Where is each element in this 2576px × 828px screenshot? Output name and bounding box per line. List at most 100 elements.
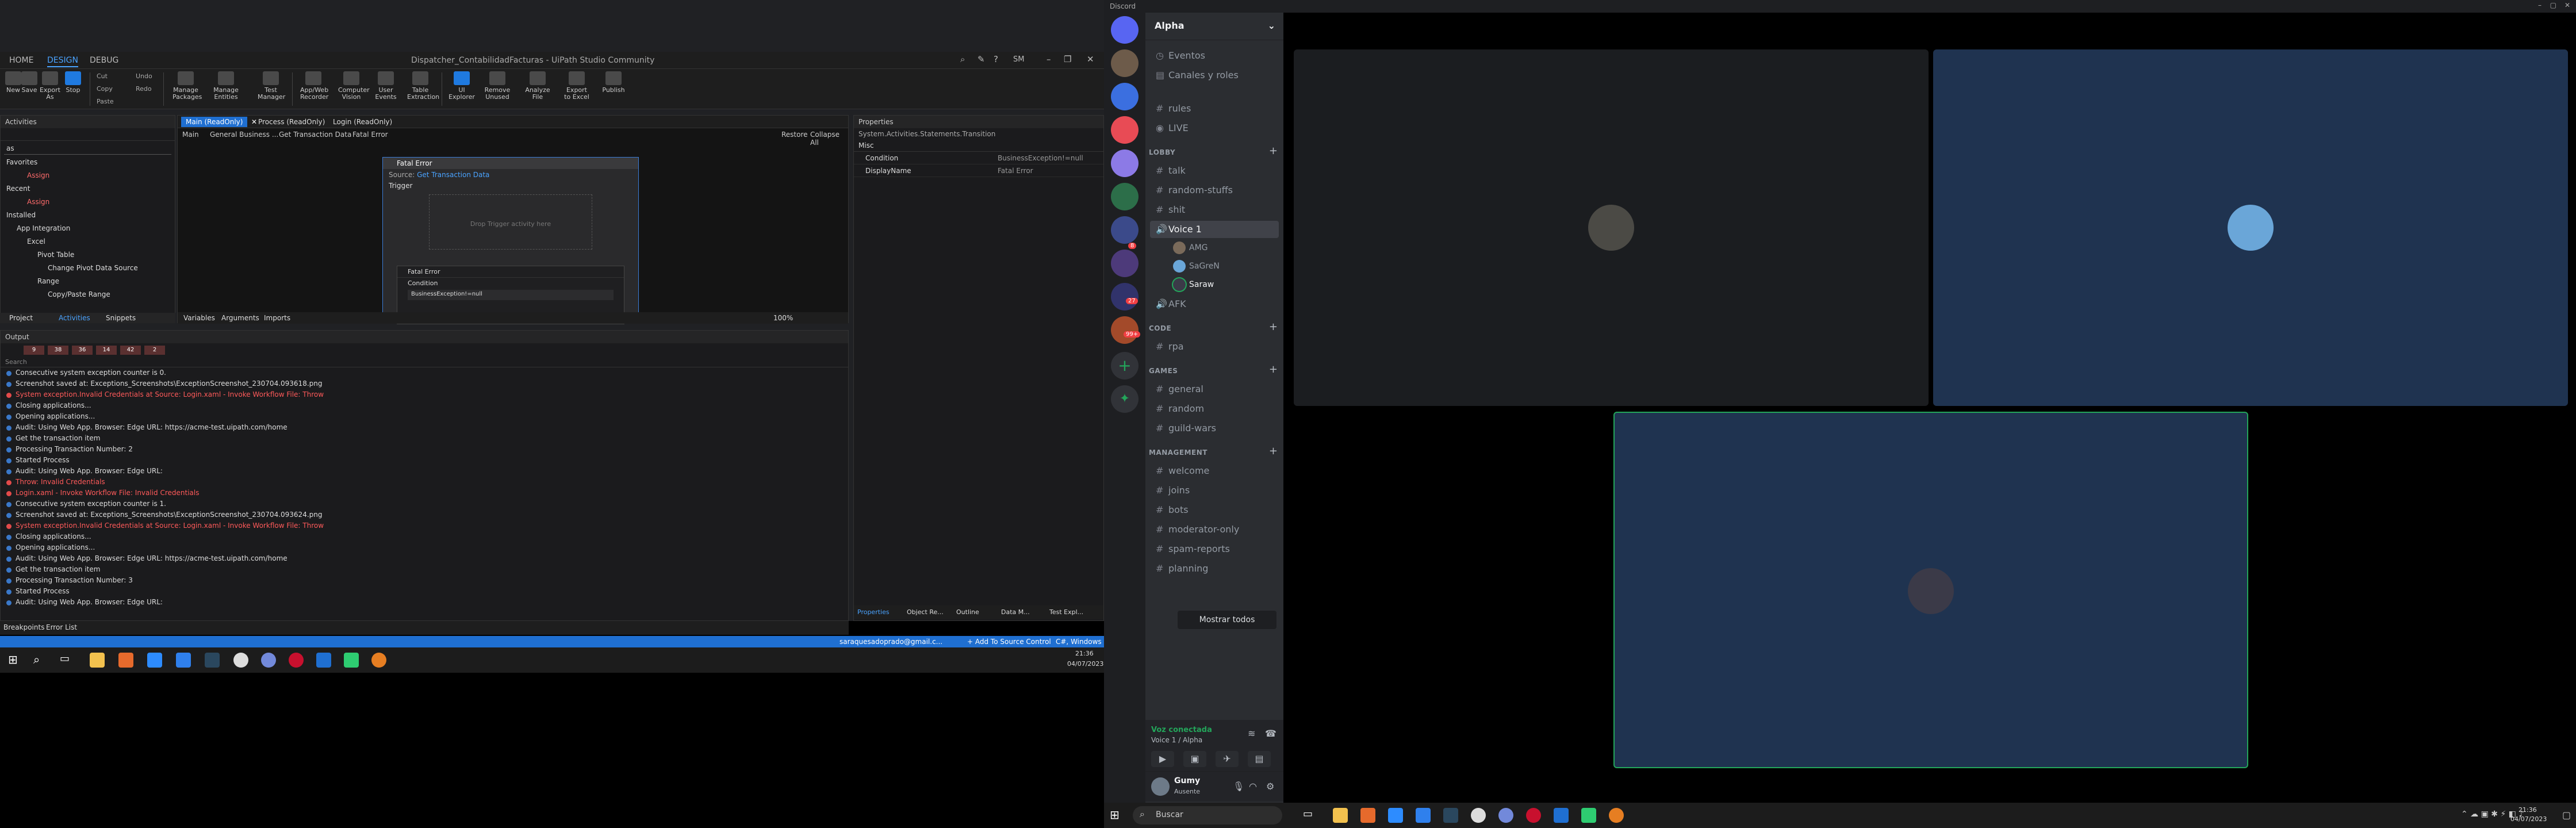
- undo-button[interactable]: Undo: [136, 72, 152, 80]
- publish-button[interactable]: Publish: [600, 71, 627, 94]
- server-icon[interactable]: [1111, 183, 1138, 210]
- zoom-icon[interactable]: [147, 653, 162, 668]
- maximize-icon[interactable]: ❐: [1064, 54, 1071, 64]
- app-icon[interactable]: [344, 653, 359, 668]
- gear-icon[interactable]: ⚙: [1266, 781, 1274, 792]
- channel-item[interactable]: # guild-wars: [1150, 420, 1279, 437]
- home-icon[interactable]: [1111, 16, 1138, 44]
- collapse-all-link[interactable]: Collapse All: [810, 131, 848, 147]
- github-icon[interactable]: [233, 653, 248, 668]
- voice-member[interactable]: AMG: [1173, 241, 1208, 254]
- server-icon[interactable]: [1111, 316, 1138, 344]
- table-extraction-button[interactable]: Table Extraction: [407, 71, 439, 101]
- channel-item[interactable]: 🔊 AFK: [1150, 296, 1279, 313]
- channel-item[interactable]: # random: [1150, 400, 1279, 417]
- headphones-icon[interactable]: ◠: [1249, 781, 1257, 792]
- add-channel-icon[interactable]: +: [1269, 363, 1278, 375]
- activity-tree-item[interactable]: Copy/Paste Range: [1, 288, 175, 301]
- chrome-icon[interactable]: [371, 653, 386, 668]
- help-icon[interactable]: ?: [994, 54, 998, 64]
- tab-process[interactable]: Process (ReadOnly): [254, 117, 329, 126]
- channel-item[interactable]: # bots: [1150, 501, 1279, 519]
- category-header[interactable]: GAMES: [1149, 367, 1178, 375]
- tab-data-manager[interactable]: Data M...: [1001, 608, 1030, 616]
- property-value[interactable]: BusinessException!=null: [998, 154, 1083, 162]
- activity-tree-item[interactable]: Excel: [1, 235, 175, 248]
- channel-item[interactable]: # rpa: [1150, 338, 1279, 355]
- activity-tree-item[interactable]: Assign: [1, 195, 175, 209]
- screen-share-icon[interactable]: ▣: [1183, 751, 1206, 767]
- voice-channel-link[interactable]: Voice 1 / Alpha: [1151, 736, 1202, 744]
- chrome-icon[interactable]: [1609, 808, 1624, 823]
- participant-tile[interactable]: [1933, 49, 2568, 406]
- output-filter-button[interactable]: 36: [72, 346, 93, 355]
- server-icon[interactable]: [1111, 250, 1138, 277]
- tab-login[interactable]: Login (ReadOnly): [328, 117, 397, 126]
- activity-tree-item[interactable]: Pivot Table: [1, 248, 175, 262]
- add-channel-icon[interactable]: +: [1269, 145, 1278, 157]
- tab-error-list[interactable]: Error List: [46, 623, 77, 631]
- microphone-icon[interactable]: 🎙: [1233, 781, 1244, 792]
- channel-item[interactable]: # general: [1150, 381, 1279, 398]
- paste-button[interactable]: Paste: [97, 98, 114, 105]
- user-events-button[interactable]: User Events: [373, 71, 399, 101]
- source-control-button[interactable]: + Add To Source Control: [967, 638, 1051, 646]
- computer-vision-button[interactable]: Computer Vision: [338, 71, 370, 101]
- voice-member[interactable]: SaGreN: [1173, 260, 1220, 273]
- tab-home[interactable]: HOME: [9, 56, 33, 65]
- task-view-icon[interactable]: ▭: [60, 653, 75, 668]
- file-explorer-icon[interactable]: [1333, 808, 1348, 823]
- trigger-drop-zone[interactable]: Drop Trigger activity here: [429, 194, 592, 250]
- vscode-icon[interactable]: [176, 653, 191, 668]
- server-header[interactable]: Alpha ⌄: [1145, 13, 1283, 40]
- steam-icon[interactable]: [205, 653, 220, 668]
- manage-packages-button[interactable]: Manage Packages: [172, 71, 202, 101]
- discord-icon[interactable]: [1498, 808, 1513, 823]
- user-badge[interactable]: SM: [1013, 55, 1024, 64]
- breadcrumb-item[interactable]: General Business ...: [210, 131, 278, 139]
- close-icon[interactable]: ✕: [2564, 1, 2570, 9]
- tab-test-explorer[interactable]: Test Expl...: [1049, 608, 1083, 616]
- channel-item[interactable]: # random-stuffs: [1150, 182, 1279, 199]
- cut-button[interactable]: Cut: [97, 72, 108, 80]
- camera-icon[interactable]: ▶: [1151, 751, 1174, 767]
- start-icon[interactable]: ⊞: [8, 653, 23, 668]
- channel-item[interactable]: 🔊 Voice 1: [1150, 221, 1279, 238]
- noise-icon[interactable]: ≋: [1248, 728, 1255, 739]
- minimize-icon[interactable]: –: [2538, 1, 2542, 9]
- close-icon[interactable]: ✕: [1087, 54, 1094, 64]
- channel-item[interactable]: # shit: [1150, 201, 1279, 218]
- activity-icon[interactable]: ✈: [1216, 751, 1239, 767]
- copy-button[interactable]: Copy: [97, 85, 113, 93]
- uipath-icon[interactable]: [316, 653, 331, 668]
- app-web-recorder-button[interactable]: App/Web Recorder: [300, 71, 328, 101]
- tab-project[interactable]: Project: [9, 314, 33, 322]
- channel-item[interactable]: # spam-reports: [1150, 540, 1279, 558]
- ui-explorer-button[interactable]: UI Explorer: [448, 71, 475, 101]
- uipath-icon[interactable]: [1554, 808, 1569, 823]
- steam-icon[interactable]: [1443, 808, 1458, 823]
- server-icon[interactable]: [1111, 49, 1138, 77]
- opera-icon[interactable]: [1526, 808, 1541, 823]
- output-search-input[interactable]: Search: [1, 357, 848, 367]
- channel-item[interactable]: ◉ LIVE: [1150, 120, 1279, 137]
- tab-arguments[interactable]: Arguments: [221, 314, 259, 322]
- transition-card[interactable]: Fatal Error Source: Get Transaction Data…: [382, 157, 639, 324]
- activities-search-input[interactable]: as: [4, 142, 171, 155]
- output-filter-button[interactable]: 2: [144, 346, 165, 355]
- maximize-icon[interactable]: ▢: [2550, 1, 2556, 9]
- server-icon[interactable]: [1111, 283, 1138, 310]
- channel-item[interactable]: # welcome: [1150, 462, 1279, 480]
- activity-tree-item[interactable]: Recent: [1, 182, 175, 195]
- activity-tree-item[interactable]: Assign: [1, 169, 175, 182]
- server-icon[interactable]: [1111, 150, 1138, 177]
- property-row[interactable]: Condition BusinessException!=null: [854, 152, 1103, 164]
- output-filter-button[interactable]: 9: [24, 346, 44, 355]
- tab-object-repository[interactable]: Object Re...: [907, 608, 944, 616]
- voice-member[interactable]: Saraw: [1173, 278, 1214, 291]
- breadcrumb-item[interactable]: Main: [182, 131, 199, 139]
- avatar[interactable]: [1151, 777, 1170, 796]
- search-icon[interactable]: ⌕: [33, 653, 48, 668]
- add-channel-icon[interactable]: +: [1269, 445, 1278, 457]
- output-filter-button[interactable]: 14: [96, 346, 117, 355]
